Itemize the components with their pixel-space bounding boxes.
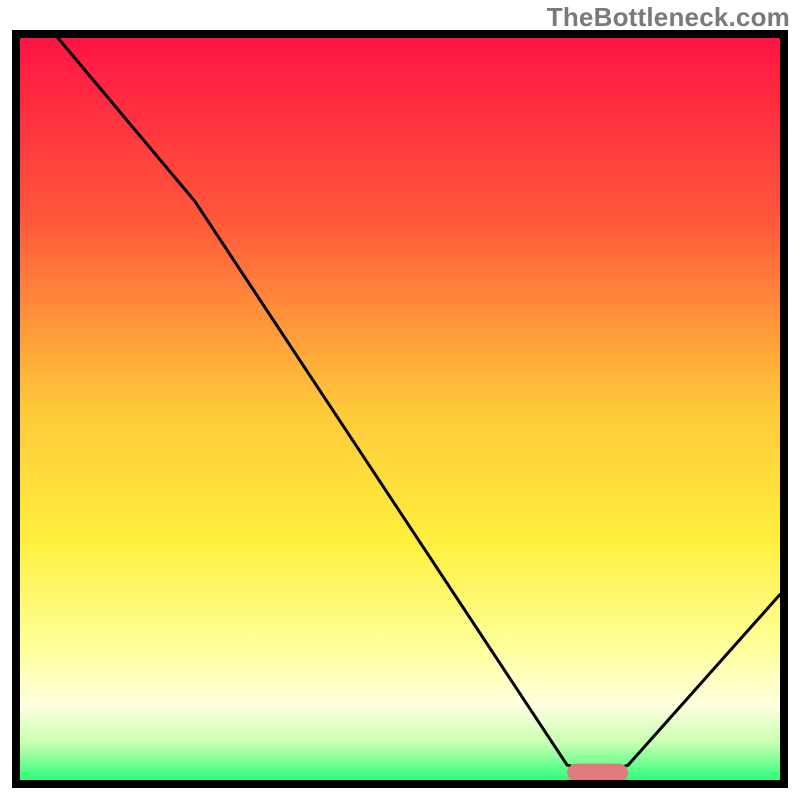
optimum-marker: [567, 764, 628, 782]
chart-plot: [12, 30, 788, 788]
chart-svg: [12, 30, 788, 788]
chart-stage: TheBottleneck.com: [0, 0, 800, 800]
chart-background: [20, 38, 780, 780]
watermark-text: TheBottleneck.com: [547, 2, 790, 33]
